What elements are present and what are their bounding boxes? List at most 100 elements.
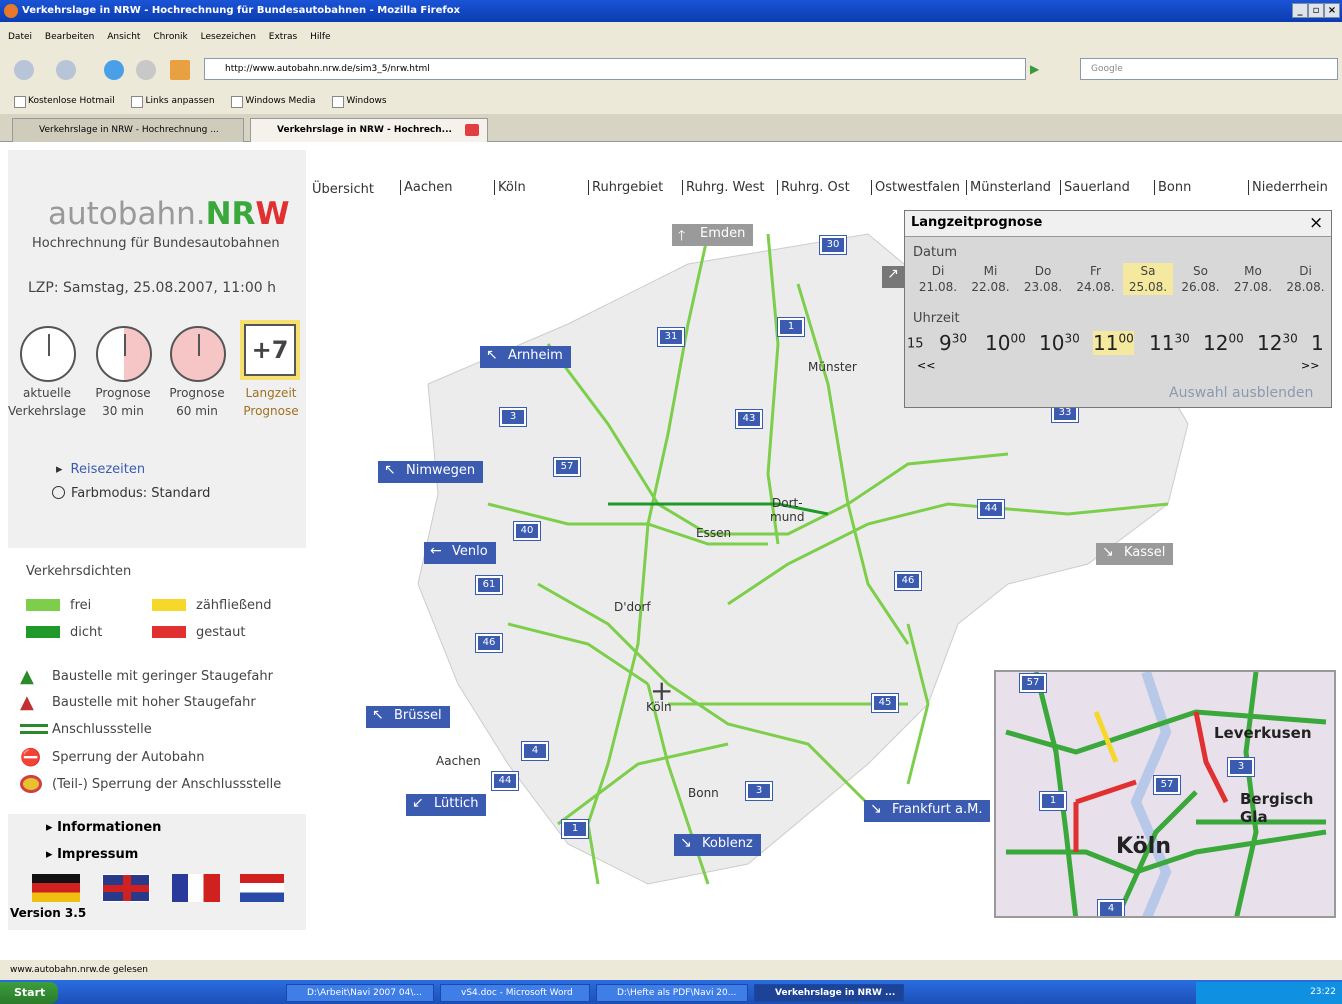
bookmark-item[interactable]: Kostenlose Hotmail: [14, 96, 115, 106]
browser-tab-bar: Verkehrslage in NRW - Hochrechnung ... V…: [0, 114, 1342, 142]
lzp-day-option[interactable]: Do 23.08.: [1018, 263, 1068, 295]
time-hour: 12: [1257, 331, 1283, 355]
sign-luettich[interactable]: ↙ Lüttich: [406, 794, 487, 816]
city-label: Köln: [1116, 834, 1171, 859]
expand-arrow-icon[interactable]: ↗: [882, 266, 904, 288]
arrow-down-left-icon: ↙: [412, 795, 424, 811]
menu-chronik[interactable]: Chronik: [153, 32, 187, 42]
tab-muensterland[interactable]: Münsterland: [966, 180, 1051, 195]
lzp-day-option[interactable]: Mo 27.08.: [1228, 263, 1278, 295]
maximize-button[interactable]: ▫: [1308, 3, 1324, 18]
clock-60min-icon[interactable]: [170, 326, 226, 382]
lzp-day-option[interactable]: Di 28.08.: [1281, 263, 1331, 295]
lzp-time-option[interactable]: 1000: [985, 331, 1026, 355]
koeln-inset-map[interactable]: Leverkusen Bergisch Gla Köln 57 57 3 1 4: [994, 670, 1336, 918]
menu-ansicht[interactable]: Ansicht: [107, 32, 140, 42]
sign-kassel[interactable]: ↘ Kassel: [1096, 543, 1174, 565]
impressum-link[interactable]: ▸ Impressum: [46, 847, 138, 862]
taskbar-button[interactable]: D:\Hefte als PDF\Navi 20...: [596, 984, 748, 1002]
bookmark-item[interactable]: Windows Media: [231, 96, 315, 106]
lzp-day-option[interactable]: So 26.08.: [1176, 263, 1226, 295]
menu-lesezeichen[interactable]: Lesezeichen: [201, 32, 256, 42]
lzp-title: Langzeitprognose: [905, 211, 1331, 237]
lzp-day-option[interactable]: Sa 25.08.: [1123, 263, 1173, 295]
menu-hilfe[interactable]: Hilfe: [310, 32, 330, 42]
tab-aachen[interactable]: Aachen: [400, 180, 452, 195]
reisezeiten-link[interactable]: ▸ Reisezeiten: [56, 462, 145, 477]
bookmark-item[interactable]: Links anpassen: [131, 96, 214, 106]
reload-icon[interactable]: [104, 60, 124, 80]
informationen-link[interactable]: ▸ Informationen: [46, 820, 161, 835]
lzp-time-option[interactable]: 1030: [1039, 331, 1080, 355]
browser-tab[interactable]: Verkehrslage in NRW - Hochrechnung ...: [12, 118, 244, 142]
autobahn-shield: 30: [819, 235, 847, 255]
back-icon[interactable]: [14, 60, 34, 80]
lzp-time-option[interactable]: 1130: [1149, 331, 1190, 355]
tab-koeln[interactable]: Köln: [494, 180, 526, 195]
tab-ruhrgebiet[interactable]: Ruhrgebiet: [588, 180, 663, 195]
home-icon[interactable]: [170, 60, 190, 80]
sign-emden[interactable]: 🡑 Emden: [672, 224, 754, 246]
sign-koblenz[interactable]: ↘ Koblenz: [674, 834, 761, 856]
mode-label-longterm[interactable]: Langzeit Prognose: [238, 384, 304, 420]
lzp-time-option[interactable]: 1200: [1203, 331, 1244, 355]
time-hour: 11: [1149, 331, 1175, 355]
tab-bonn[interactable]: Bonn: [1154, 180, 1191, 195]
farbmodus-option[interactable]: Farbmodus: Standard: [52, 486, 210, 501]
lzp-day-date: 27.08.: [1233, 280, 1273, 294]
longterm-calendar-icon[interactable]: +7: [244, 324, 296, 376]
close-window-button[interactable]: ×: [1324, 3, 1340, 18]
taskbar-button-active[interactable]: Verkehrslage in NRW ...: [754, 984, 904, 1002]
sign-bruessel[interactable]: ↖ Brüssel: [366, 706, 450, 728]
sign-arnheim[interactable]: ↖ Arnheim: [480, 346, 571, 368]
forward-icon[interactable]: [56, 60, 76, 80]
sign-nimwegen[interactable]: ↖ Nimwegen: [378, 461, 484, 483]
browser-tab-active[interactable]: Verkehrslage in NRW - Hochrech...: [250, 118, 488, 142]
start-button[interactable]: Start: [0, 982, 58, 1004]
flag-fr-icon[interactable]: [172, 874, 220, 902]
menu-bearbeiten[interactable]: Bearbeiten: [45, 32, 94, 42]
flag-nl-icon[interactable]: [240, 874, 284, 902]
clock-30min-icon[interactable]: [96, 326, 152, 382]
lzp-day-date: 26.08.: [1181, 280, 1220, 294]
lzp-close-icon[interactable]: ×: [1309, 213, 1323, 233]
tab-uebersicht[interactable]: Übersicht: [310, 180, 404, 201]
lzp-day-option[interactable]: Mi 22.08.: [966, 263, 1016, 295]
flag-uk-icon[interactable]: [102, 874, 150, 902]
go-icon[interactable]: ▶: [1030, 62, 1039, 76]
search-input[interactable]: Google: [1080, 58, 1338, 80]
mode-label-60[interactable]: Prognose 60 min: [164, 384, 230, 420]
prev-time-button[interactable]: <<: [917, 359, 935, 372]
lzp-time-option[interactable]: 1100: [1093, 331, 1134, 355]
minimize-button[interactable]: _: [1292, 3, 1308, 18]
lzp-time-option[interactable]: 930: [939, 331, 967, 355]
menu-datei[interactable]: Datei: [8, 32, 32, 42]
lzp-time-option[interactable]: 15: [907, 331, 924, 351]
tab-sauerland[interactable]: Sauerland: [1060, 180, 1130, 195]
lzp-day-option[interactable]: Fr 24.08.: [1071, 263, 1121, 295]
menu-extras[interactable]: Extras: [269, 32, 297, 42]
close-tab-icon[interactable]: [465, 124, 479, 136]
stop-icon[interactable]: [136, 60, 156, 80]
clock-current-icon[interactable]: [20, 326, 76, 382]
lzp-time-option[interactable]: 1230: [1257, 331, 1298, 355]
lzp-day-date: 25.08.: [1128, 280, 1168, 294]
mode-label-30[interactable]: Prognose 30 min: [90, 384, 156, 420]
url-input[interactable]: http://www.autobahn.nrw.de/sim3_5/nrw.ht…: [204, 58, 1026, 80]
tab-ruhrg-ost[interactable]: Ruhrg. Ost: [777, 180, 850, 195]
next-time-button[interactable]: >>: [1301, 359, 1319, 372]
taskbar-button[interactable]: vS4.doc - Microsoft Word: [440, 984, 590, 1002]
tab-ruhrg-west[interactable]: Ruhrg. West: [682, 180, 765, 195]
tab-ostwestfalen[interactable]: Ostwestfalen: [871, 180, 960, 195]
lzp-time-option[interactable]: 1: [1311, 331, 1324, 355]
hide-selection-link[interactable]: Auswahl ausblenden: [1169, 385, 1313, 401]
window-title: Verkehrslage in NRW - Hochrechnung für B…: [22, 5, 461, 16]
bookmark-item[interactable]: Windows: [332, 96, 386, 106]
flag-de-icon[interactable]: [32, 874, 80, 902]
mode-label-current[interactable]: aktuelle Verkehrslage: [8, 384, 86, 420]
lzp-day-option[interactable]: Di 21.08.: [913, 263, 963, 295]
sign-venlo[interactable]: ← Venlo: [424, 542, 496, 564]
sign-frankfurt[interactable]: ↘ Frankfurt a.M.: [864, 800, 991, 822]
tab-niederrhein[interactable]: Niederrhein: [1248, 180, 1328, 195]
taskbar-button[interactable]: D:\Arbeit\Navi 2007 04\...: [286, 984, 434, 1002]
